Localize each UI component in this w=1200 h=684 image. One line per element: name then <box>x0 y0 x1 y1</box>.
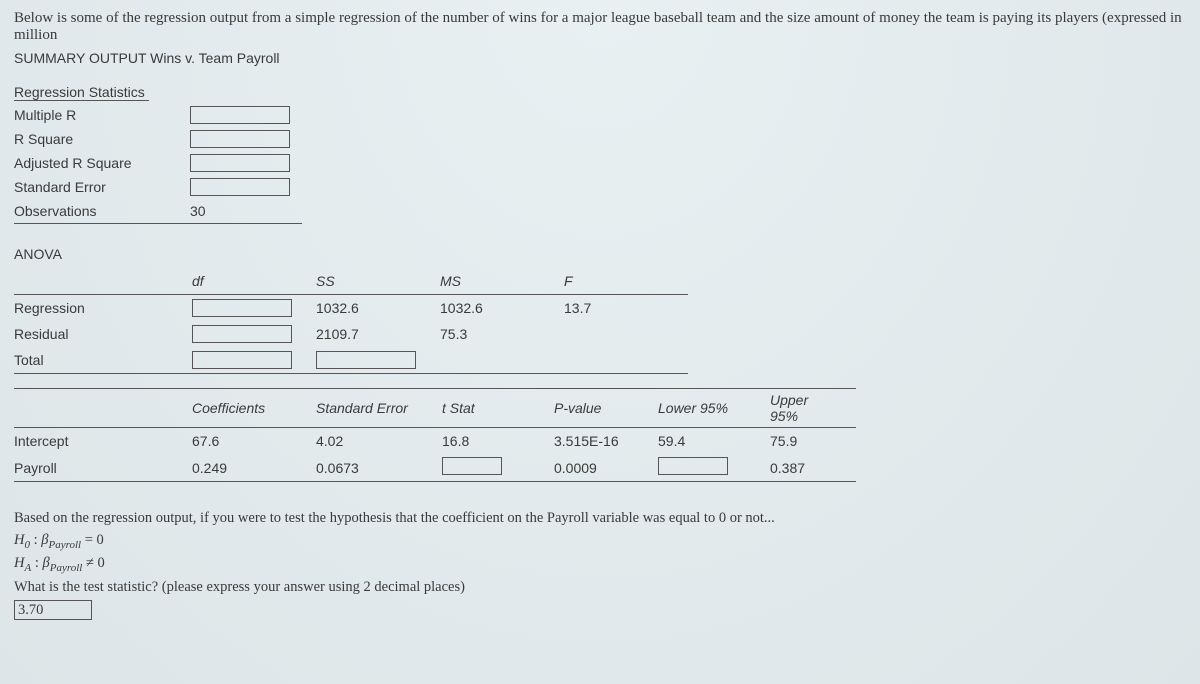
hypothesis-h0: H0 : βPayroll = 0 <box>14 530 1190 553</box>
question-line1: Based on the regression output, if you w… <box>14 508 1190 530</box>
anova-total-ss-input[interactable] <box>316 351 416 369</box>
anova-hdr-df: df <box>192 268 316 295</box>
coef-hdr-coefficients: Coefficients <box>192 389 316 428</box>
anova-table: df SS MS F Regression 1032.6 1032.6 13.7… <box>14 268 688 374</box>
observations-value: 30 <box>190 203 206 219</box>
intercept-coef: 67.6 <box>192 428 316 455</box>
summary-output-title: SUMMARY OUTPUT Wins v. Team Payroll <box>14 50 1190 66</box>
intercept-l95: 59.4 <box>658 428 770 455</box>
anova-hdr-f: F <box>564 268 688 295</box>
anova-total-label: Total <box>14 347 192 374</box>
anova-regression-df-input[interactable] <box>192 299 292 317</box>
anova-total-df-input[interactable] <box>192 351 292 369</box>
answer-input[interactable]: 3.70 <box>14 600 92 620</box>
coef-hdr-t: t Stat <box>442 389 554 428</box>
anova-regression-ss: 1032.6 <box>316 295 440 322</box>
adj-r-square-label: Adjusted R Square <box>14 151 190 175</box>
intercept-t: 16.8 <box>442 428 554 455</box>
anova-residual-df-input[interactable] <box>192 325 292 343</box>
coef-hdr-u95a: Upper <box>770 392 808 408</box>
r-square-label: R Square <box>14 127 190 151</box>
payroll-l95-input[interactable] <box>658 457 728 475</box>
anova-residual-label: Residual <box>14 321 192 347</box>
question-line4: What is the test statistic? (please expr… <box>14 577 1190 599</box>
coef-hdr-l95: Lower 95% <box>658 389 770 428</box>
payroll-tstat-input[interactable] <box>442 457 502 475</box>
payroll-coef: 0.249 <box>192 454 316 482</box>
anova-regression-ms: 1032.6 <box>440 295 564 322</box>
anova-hdr-ss: SS <box>316 268 440 295</box>
intercept-label: Intercept <box>14 428 192 455</box>
multiple-r-input[interactable] <box>190 106 290 124</box>
anova-regression-f: 13.7 <box>564 295 688 322</box>
payroll-se: 0.0673 <box>316 454 442 482</box>
regression-statistics-title: Regression Statistics <box>14 84 149 101</box>
r-square-input[interactable] <box>190 130 290 148</box>
hypothesis-ha: HA : βPayroll ≠ 0 <box>14 553 1190 576</box>
intro-text: Below is some of the regression output f… <box>14 10 1190 44</box>
multiple-r-label: Multiple R <box>14 103 190 127</box>
payroll-p: 0.0009 <box>554 454 658 482</box>
regression-statistics-table: Multiple R R Square Adjusted R Square St… <box>14 103 302 224</box>
payroll-u95: 0.387 <box>770 454 856 482</box>
anova-residual-ss: 2109.7 <box>316 321 440 347</box>
adj-r-square-input[interactable] <box>190 154 290 172</box>
coefficients-table: Coefficients Standard Error t Stat P-val… <box>14 388 856 482</box>
coef-hdr-se: Standard Error <box>316 389 442 428</box>
std-error-input[interactable] <box>190 178 290 196</box>
anova-regression-label: Regression <box>14 295 192 322</box>
anova-title: ANOVA <box>14 246 1190 262</box>
anova-residual-ms: 75.3 <box>440 321 564 347</box>
intercept-u95: 75.9 <box>770 428 856 455</box>
payroll-label: Payroll <box>14 454 192 482</box>
question-block: Based on the regression output, if you w… <box>14 508 1190 622</box>
anova-hdr-ms: MS <box>440 268 564 295</box>
coef-hdr-p: P-value <box>554 389 658 428</box>
coef-hdr-u95b: 95% <box>770 408 798 424</box>
intercept-se: 4.02 <box>316 428 442 455</box>
intercept-p: 3.515E-16 <box>554 428 658 455</box>
std-error-label: Standard Error <box>14 175 190 199</box>
observations-label: Observations <box>14 199 190 224</box>
